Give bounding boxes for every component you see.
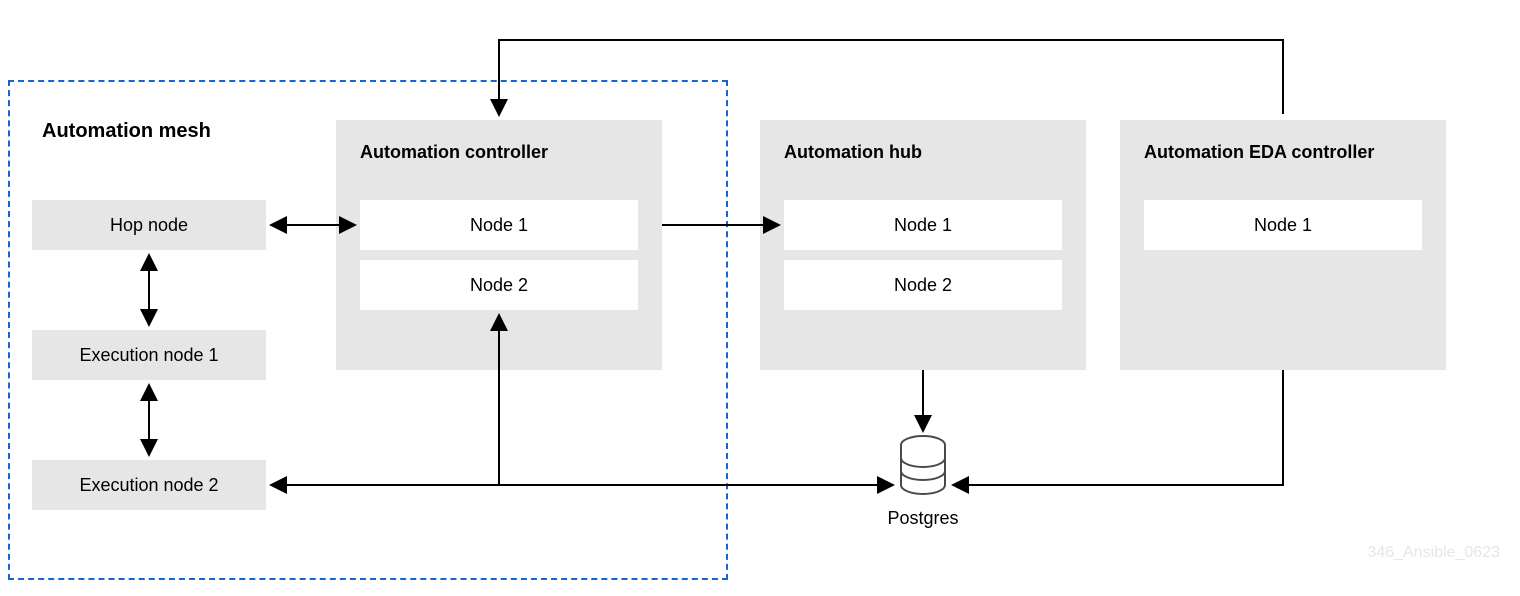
- hub-node-1-label: Node 1: [894, 215, 952, 236]
- hop-node-label: Hop node: [110, 215, 188, 236]
- automation-controller-title: Automation controller: [360, 142, 548, 163]
- hub-node-2-label: Node 2: [894, 275, 952, 296]
- hop-node: Hop node: [32, 200, 266, 250]
- controller-node-2-label: Node 2: [470, 275, 528, 296]
- execution-node-1: Execution node 1: [32, 330, 266, 380]
- execution-node-2-label: Execution node 2: [79, 475, 218, 496]
- controller-node-1-label: Node 1: [470, 215, 528, 236]
- controller-node-2: Node 2: [360, 260, 638, 310]
- hub-node-2: Node 2: [784, 260, 1062, 310]
- execution-node-2: Execution node 2: [32, 460, 266, 510]
- execution-node-1-label: Execution node 1: [79, 345, 218, 366]
- database-label: Postgres: [880, 508, 966, 529]
- controller-node-1: Node 1: [360, 200, 638, 250]
- automation-mesh-title: Automation mesh: [42, 120, 211, 143]
- automation-eda-title: Automation EDA controller: [1144, 142, 1374, 163]
- database-icon: [898, 435, 948, 500]
- hub-node-1: Node 1: [784, 200, 1062, 250]
- eda-node-1-label: Node 1: [1254, 215, 1312, 236]
- automation-hub-title: Automation hub: [784, 142, 922, 163]
- eda-node-1: Node 1: [1144, 200, 1422, 250]
- watermark: 346_Ansible_0623: [1367, 544, 1500, 562]
